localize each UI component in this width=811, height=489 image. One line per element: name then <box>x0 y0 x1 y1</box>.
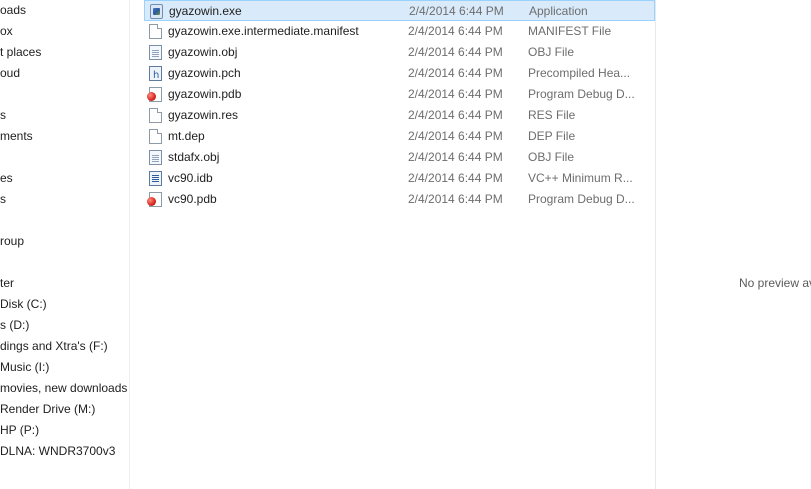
nav-item[interactable]: s <box>0 105 6 126</box>
header-file-icon <box>149 65 162 86</box>
file-type: VC++ Minimum R... <box>528 171 633 185</box>
idb-file-icon <box>149 171 162 186</box>
nav-item[interactable]: movies, new downloads <box>0 378 127 399</box>
file-date-modified: 2/4/2014 6:44 PM <box>408 66 503 80</box>
file-type: DEP File <box>528 129 576 143</box>
file-type: Application <box>529 4 588 18</box>
file-name: gyazowin.exe <box>169 4 242 18</box>
nav-item[interactable]: oads <box>0 0 26 21</box>
file-name: mt.dep <box>168 129 205 143</box>
file-date-modified: 2/4/2014 6:44 PM <box>408 87 503 101</box>
file-row[interactable]: vc90.pdb 2/4/2014 6:44 PM Program Debug D.… <box>144 189 655 210</box>
file-date-modified: 2/4/2014 6:44 PM <box>408 24 503 38</box>
file-name: gyazowin.obj <box>168 45 238 59</box>
file-row[interactable]: gyazowin.res 2/4/2014 6:44 PM RES File <box>144 105 655 126</box>
file-row[interactable]: gyazowin.exe.intermediate.manifest 2/4/20… <box>144 21 655 42</box>
file-date-modified: 2/4/2014 6:44 PM <box>408 45 503 59</box>
file-icon <box>149 108 162 123</box>
nav-item[interactable]: Disk (C:) <box>0 294 47 315</box>
file-list: gyazowin.exe 2/4/2014 6:44 PM Application g… <box>130 0 655 489</box>
file-name: vc90.idb <box>168 171 213 185</box>
file-name: gyazowin.res <box>168 108 239 122</box>
file-type: OBJ File <box>528 45 575 59</box>
file-row[interactable]: stdafx.obj 2/4/2014 6:44 PM OBJ File <box>144 147 655 168</box>
nav-item[interactable]: roup <box>0 231 24 252</box>
file-row[interactable]: gyazowin.pdb 2/4/2014 6:44 PM Program Debu… <box>144 84 655 105</box>
debug-database-icon <box>147 87 162 102</box>
file-date-modified: 2/4/2014 6:44 PM <box>408 129 503 143</box>
file-type: MANIFEST File <box>528 24 612 38</box>
file-type: OBJ File <box>528 150 575 164</box>
file-icon <box>149 129 162 144</box>
file-name: gyazowin.exe.intermediate.manifest <box>168 24 359 38</box>
file-date-modified: 2/4/2014 6:44 PM <box>408 150 503 164</box>
preview-pane: No preview av <box>656 0 811 489</box>
nav-item[interactable]: Render Drive (M:) <box>0 399 95 420</box>
file-type: RES File <box>528 108 576 122</box>
file-icon <box>149 24 162 39</box>
obj-file-icon <box>149 45 162 60</box>
application-icon <box>150 4 163 19</box>
nav-item[interactable]: s (D:) <box>0 315 29 336</box>
debug-database-icon <box>147 192 162 207</box>
nav-item[interactable]: dings and Xtra's (F:) <box>0 336 108 357</box>
file-name: gyazowin.pch <box>168 66 241 80</box>
nav-item[interactable]: t places <box>0 42 41 63</box>
nav-item[interactable]: s <box>0 189 6 210</box>
file-date-modified: 2/4/2014 6:44 PM <box>408 171 503 185</box>
file-name: gyazowin.pdb <box>168 87 242 101</box>
file-row[interactable]: gyazowin.obj 2/4/2014 6:44 PM OBJ File <box>144 42 655 63</box>
preview-message: No preview av <box>739 276 811 290</box>
file-date-modified: 2/4/2014 6:44 PM <box>409 4 504 18</box>
file-name: vc90.pdb <box>168 192 217 206</box>
nav-item[interactable]: Music (I:) <box>0 357 49 378</box>
file-row[interactable]: gyazowin.exe 2/4/2014 6:44 PM Application <box>144 0 655 21</box>
file-row[interactable]: vc90.idb 2/4/2014 6:44 PM VC++ Minimum R..… <box>144 168 655 189</box>
nav-item[interactable]: ter <box>0 273 14 294</box>
file-date-modified: 2/4/2014 6:44 PM <box>408 108 503 122</box>
file-name: stdafx.obj <box>168 150 220 164</box>
nav-item[interactable]: DLNA: WNDR3700v3 <box>0 441 115 462</box>
file-date-modified: 2/4/2014 6:44 PM <box>408 192 503 206</box>
file-row[interactable]: mt.dep 2/4/2014 6:44 PM DEP File <box>144 126 655 147</box>
nav-item[interactable]: ox <box>0 21 13 42</box>
nav-item[interactable]: oud <box>0 63 20 84</box>
file-row[interactable]: gyazowin.pch 2/4/2014 6:44 PM Precompiled … <box>144 63 655 86</box>
nav-item[interactable]: HP (P:) <box>0 420 39 441</box>
file-type: Program Debug D... <box>528 192 635 206</box>
nav-item[interactable]: ments <box>0 126 33 147</box>
file-type: Precompiled Hea... <box>528 66 631 80</box>
file-type: Program Debug D... <box>528 87 635 101</box>
navigation-pane[interactable]: oads ox t places oud s ments es s roup ter Disk (C… <box>0 0 130 489</box>
obj-file-icon <box>149 150 162 165</box>
nav-item[interactable]: es <box>0 168 13 189</box>
